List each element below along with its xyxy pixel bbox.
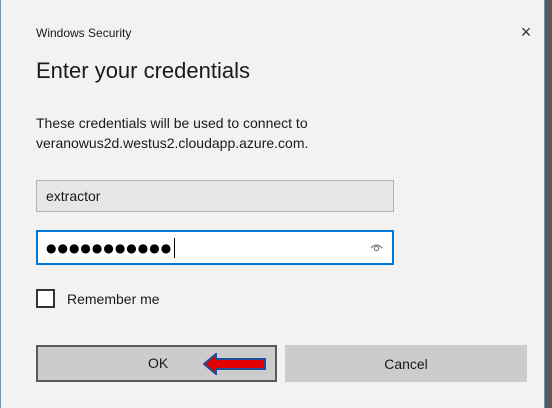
dialog-description: These credentials will be used to connec…	[36, 113, 456, 153]
username-field[interactable]: extractor	[36, 180, 394, 212]
password-field[interactable]: ●●●●●●●●●●●	[36, 230, 394, 265]
cancel-button[interactable]: Cancel	[285, 345, 527, 382]
ok-button-label: OK	[148, 355, 169, 371]
dialog-heading: Enter your credentials	[36, 58, 250, 83]
cancel-button-label: Cancel	[384, 355, 428, 372]
text-caret	[174, 237, 176, 258]
ok-button[interactable]: OK	[36, 345, 277, 382]
red-arrow-icon	[203, 353, 266, 375]
close-button[interactable]: ×	[511, 18, 541, 46]
credentials-dialog: Windows Security × Enter your credential…	[0, 0, 545, 408]
remember-label: Remember me	[67, 290, 160, 307]
close-icon: ×	[520, 21, 532, 42]
username-value: extractor	[46, 188, 101, 204]
description-line-2: veranowus2d.westus2.cloudapp.azure.com.	[36, 135, 309, 151]
remember-me[interactable]: Remember me	[36, 289, 160, 308]
window-title: Windows Security	[36, 26, 132, 40]
eye-icon[interactable]	[370, 241, 383, 254]
description-line-1: These credentials will be used to connec…	[36, 115, 308, 131]
remember-checkbox[interactable]	[36, 289, 55, 308]
password-value: ●●●●●●●●●●●	[46, 240, 173, 255]
